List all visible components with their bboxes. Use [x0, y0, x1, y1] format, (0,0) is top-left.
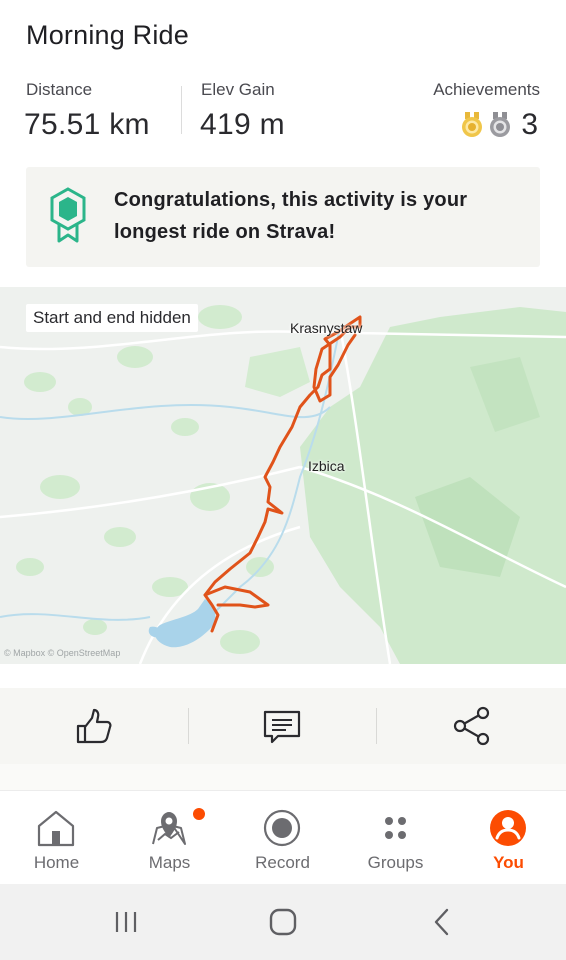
- thumbs-up-icon[interactable]: [74, 706, 114, 746]
- tab-groups-label: Groups: [367, 853, 424, 872]
- record-icon: [263, 809, 301, 847]
- tab-record-label: Record: [255, 853, 310, 872]
- tab-home[interactable]: Home: [0, 796, 113, 884]
- banner-message: Congratulations, this activity is your l…: [114, 189, 468, 243]
- achievements-count[interactable]: 3: [521, 108, 538, 142]
- bottom-tab-bar: Home Maps Record Groups You: [0, 796, 566, 884]
- stat-divider: [181, 86, 182, 134]
- system-navigation-bar: [0, 884, 566, 960]
- place-label-krasnystaw: Krasnystaw: [290, 320, 363, 336]
- distance-label: Distance: [26, 80, 93, 99]
- activity-actions-bar: [0, 688, 566, 764]
- groups-icon: [385, 817, 406, 839]
- map-pin-icon: [152, 812, 186, 845]
- distance-value: 75.51 km: [24, 108, 150, 141]
- tab-maps[interactable]: Maps: [113, 796, 226, 884]
- tab-record[interactable]: Record: [226, 796, 339, 884]
- achievements-label[interactable]: Achievements: [433, 80, 540, 100]
- tab-you-label: You: [493, 853, 524, 872]
- activity-title: Morning Ride: [26, 20, 189, 50]
- map-canvas: [0, 287, 566, 664]
- home-circle-icon[interactable]: [265, 904, 301, 940]
- section-gap: [0, 764, 566, 790]
- tabbar-divider: [0, 790, 566, 791]
- tab-maps-label: Maps: [148, 853, 191, 872]
- longest-ride-banner: Congratulations, this activity is your l…: [26, 167, 540, 267]
- share-icon[interactable]: [452, 706, 492, 746]
- map-attribution[interactable]: © Mapbox © OpenStreetMap: [4, 648, 120, 658]
- gold-medal-icon: [462, 112, 482, 137]
- silver-medal-icon: [490, 112, 510, 137]
- profile-icon: [490, 810, 526, 846]
- comment-icon[interactable]: [262, 706, 302, 746]
- back-icon[interactable]: [424, 904, 460, 940]
- tab-home-label: Home: [33, 853, 80, 872]
- place-label-izbica: Izbica: [308, 458, 345, 474]
- action-divider: [188, 708, 189, 744]
- elev-gain-value: 419 m: [200, 108, 285, 141]
- home-icon: [37, 810, 75, 847]
- route-map[interactable]: [0, 287, 566, 664]
- tab-you[interactable]: You: [452, 796, 565, 884]
- action-divider: [376, 708, 377, 744]
- tab-groups[interactable]: Groups: [339, 796, 452, 884]
- privacy-badge: Start and end hidden: [26, 304, 198, 332]
- recent-apps-icon[interactable]: [108, 904, 144, 940]
- hexagon-ribbon-icon: [50, 187, 86, 243]
- elev-gain-label: Elev Gain: [201, 80, 275, 99]
- maps-notification-dot: [193, 808, 205, 820]
